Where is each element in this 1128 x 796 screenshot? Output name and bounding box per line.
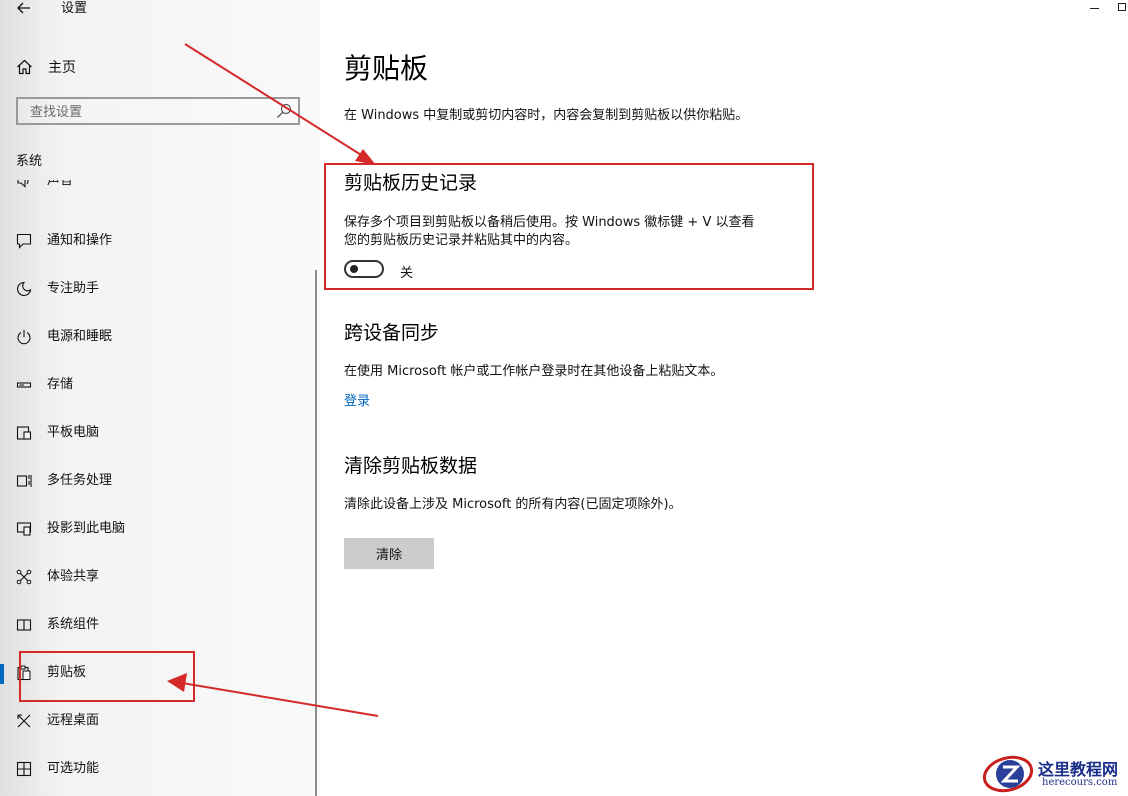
storage-icon	[16, 382, 32, 388]
sidebar-item-label: 远程桌面	[47, 713, 100, 728]
clear-button[interactable]: 清除	[344, 538, 434, 569]
speaker-icon	[17, 180, 29, 188]
maximize-button[interactable]	[1118, 3, 1126, 11]
selection-indicator	[0, 664, 4, 684]
sidebar-item-power-sleep[interactable]: 电源和睡眠	[0, 322, 316, 352]
search-input[interactable]	[28, 101, 272, 123]
sidebar-item-label: 可选功能	[47, 761, 100, 776]
section-title: 系统	[16, 154, 43, 169]
sidebar-item-projection[interactable]: 投影到此电脑	[0, 514, 316, 544]
app-title: 设置	[61, 1, 88, 16]
sidebar-item-optional-features[interactable]: 可选功能	[0, 754, 316, 784]
home-icon	[17, 59, 32, 75]
sidebar-item-label: 声音	[47, 180, 74, 188]
sidebar-scrollbar[interactable]	[315, 270, 317, 796]
back-button[interactable]	[14, 0, 34, 18]
sidebar-item-label: 电源和睡眠	[47, 329, 113, 344]
page-description: 在 Windows 中复制或剪切内容时，内容会复制到剪贴板以供你粘贴。	[344, 108, 749, 123]
sidebar-item-multitasking[interactable]: 多任务处理	[0, 466, 316, 496]
clear-description: 清除此设备上涉及 Microsoft 的所有内容(已固定项除外)。	[344, 497, 682, 512]
sidebar-item-remote-desktop[interactable]: 远程桌面	[0, 706, 316, 736]
window-controls	[1068, 0, 1128, 20]
sidebar-item-system-components[interactable]: 系统组件	[0, 610, 316, 640]
sync-section-title: 跨设备同步	[344, 322, 440, 344]
sidebar-item-label: 通知和操作	[47, 233, 113, 248]
sidebar-item-home[interactable]: 主页	[16, 56, 76, 78]
sidebar-item-label: 专注助手	[47, 281, 100, 296]
components-icon	[16, 619, 32, 631]
main-content: 剪贴板 在 Windows 中复制或剪切内容时，内容会复制到剪贴板以供你粘贴。 …	[320, 0, 1128, 796]
sign-in-link[interactable]: 登录	[344, 390, 370, 409]
share-icon	[16, 569, 32, 585]
sidebar-item-storage[interactable]: 存储	[0, 370, 316, 400]
page-title: 剪贴板	[344, 52, 429, 85]
minimize-button[interactable]	[1090, 8, 1099, 9]
watermark-logo-icon	[982, 755, 1034, 793]
sidebar-item-shared-experiences[interactable]: 体验共享	[0, 562, 316, 592]
sidebar-item-label: 平板电脑	[47, 425, 100, 440]
highlight-box-clipboard-nav	[19, 651, 195, 702]
title-bar: 设置	[0, 0, 320, 20]
remote-desktop-icon	[17, 714, 31, 728]
watermark: 这里教程网 herecours.com	[980, 752, 1128, 796]
optional-features-icon	[16, 761, 32, 777]
sidebar-item-focus-assist[interactable]: 专注助手	[0, 274, 316, 304]
sidebar-item-label: 体验共享	[47, 569, 100, 584]
notification-icon	[16, 233, 32, 249]
sidebar-item-label: 系统组件	[47, 617, 100, 632]
projection-icon	[16, 522, 32, 536]
search-icon[interactable]	[276, 103, 292, 119]
watermark-url: herecours.com	[1042, 777, 1118, 788]
power-icon	[17, 330, 31, 345]
clear-section-title: 清除剪贴板数据	[344, 455, 478, 477]
sidebar-item-notifications[interactable]: 通知和操作	[0, 226, 316, 256]
home-label: 主页	[48, 60, 76, 76]
highlight-box-history	[324, 163, 814, 290]
sidebar-nav: 声音 通知和操作 专注助手 电源和睡眠 存储 平板电脑 多任务处理 投影到此电脑…	[0, 180, 316, 796]
tablet-icon	[16, 426, 32, 440]
moon-icon	[17, 281, 32, 297]
sidebar-item-label: 存储	[47, 377, 74, 392]
multitasking-icon	[16, 475, 32, 487]
search-box[interactable]	[16, 97, 300, 125]
sidebar-item-label: 投影到此电脑	[47, 521, 126, 536]
back-arrow-icon	[17, 2, 30, 14]
sidebar-item-label: 多任务处理	[47, 473, 113, 488]
sidebar-item-tablet[interactable]: 平板电脑	[0, 418, 316, 448]
sidebar-item-sound[interactable]: 声音	[0, 180, 316, 196]
sync-description: 在使用 Microsoft 帐户或工作帐户登录时在其他设备上粘贴文本。	[344, 364, 724, 379]
